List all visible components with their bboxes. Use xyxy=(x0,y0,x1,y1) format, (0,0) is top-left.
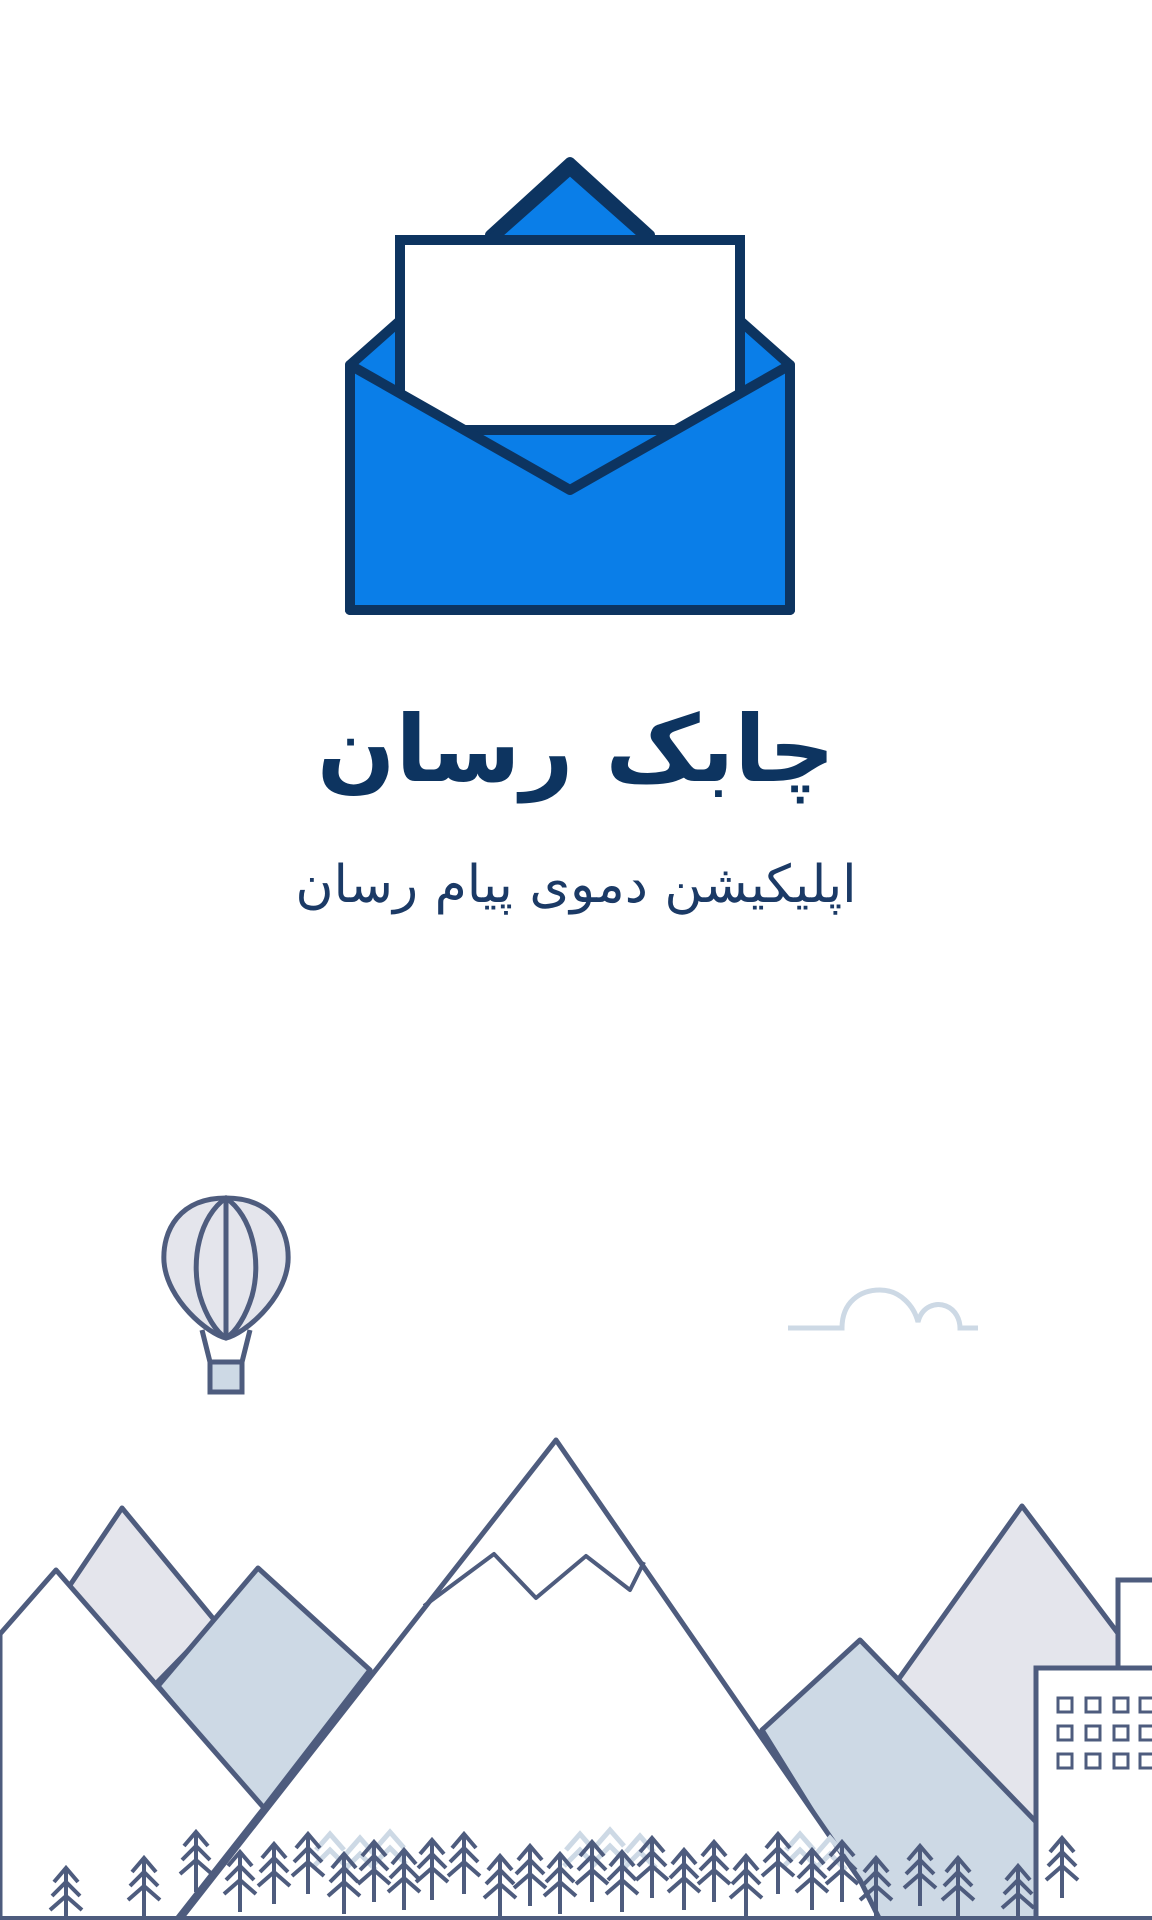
cloud-icon xyxy=(788,1287,978,1331)
app-title: چابک رسان xyxy=(316,696,836,803)
splash-screen: چابک رسان اپلیکیشن دموی پیام رسان xyxy=(0,0,1152,1920)
open-envelope-icon xyxy=(345,157,795,615)
landscape-illustration xyxy=(0,1194,1152,1920)
hot-air-balloon-icon xyxy=(161,1194,291,1395)
app-subtitle: اپلیکیشن دموی پیام رسان xyxy=(295,855,857,915)
